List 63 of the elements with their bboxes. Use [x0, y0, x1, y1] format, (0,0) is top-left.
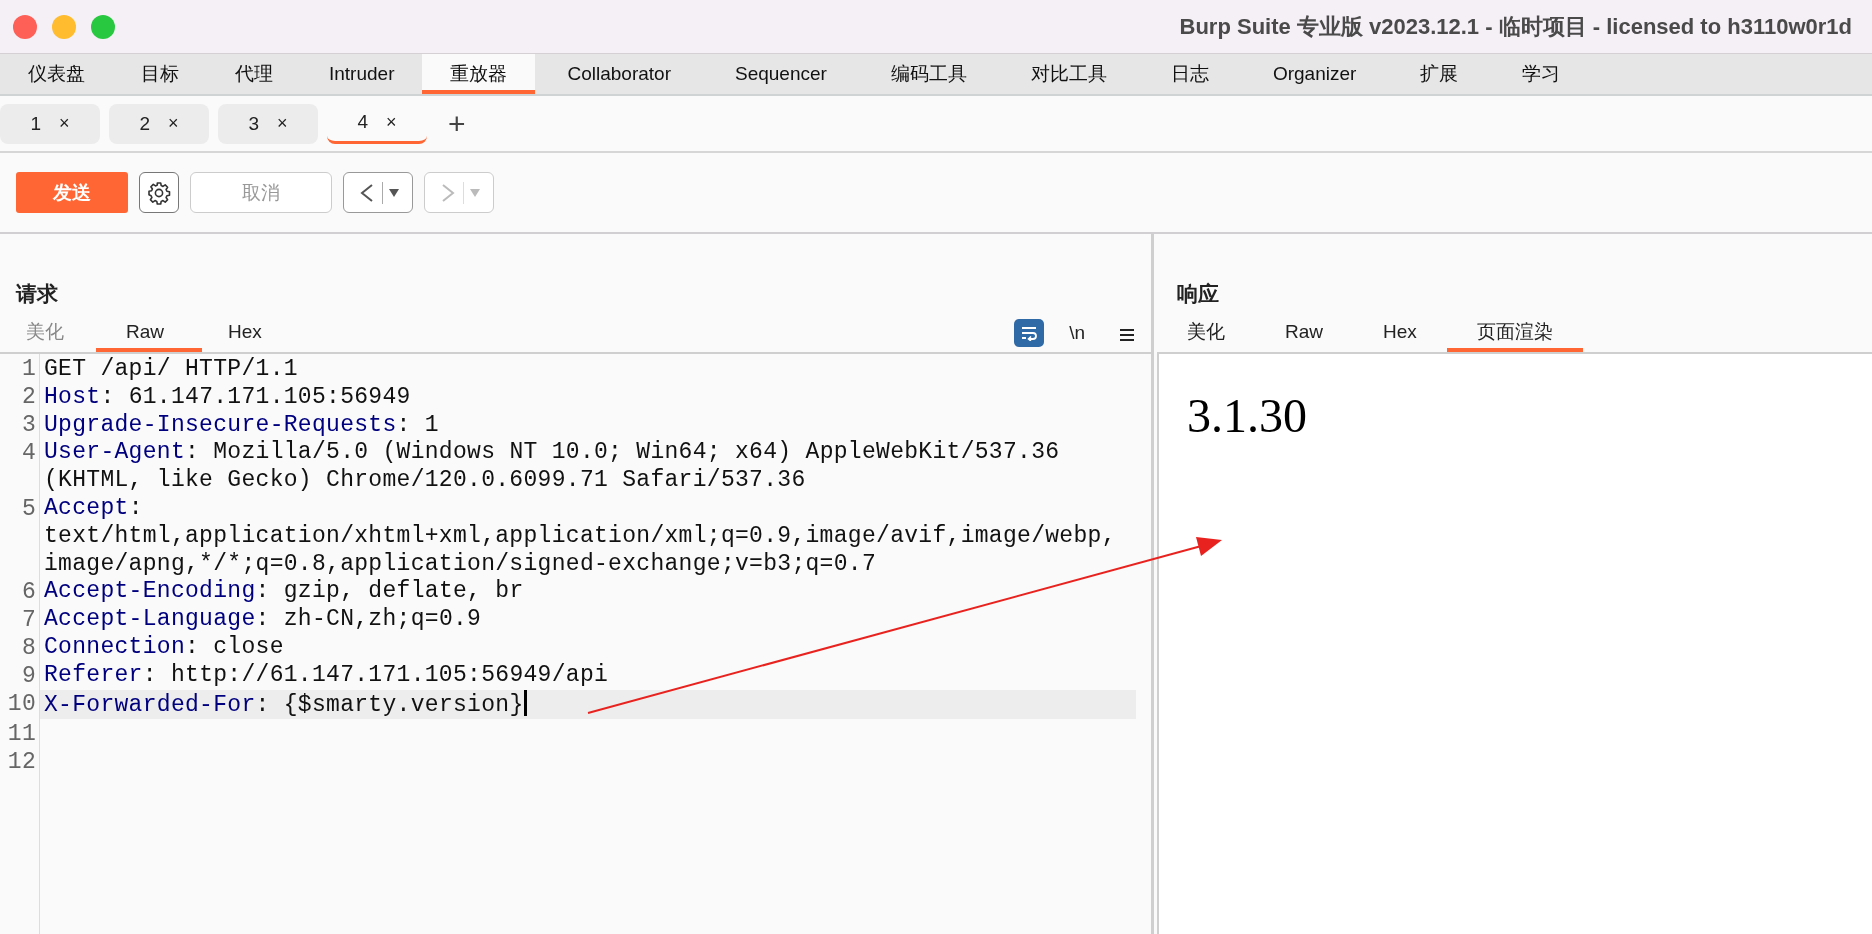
- close-tab-button[interactable]: ×: [386, 111, 397, 133]
- window-title: Burp Suite 专业版 v2023.12.1 - 临时项目 - licensed to h3110w0r1d: [1179, 12, 1853, 41]
- rendered-text: 3.1.30: [1187, 388, 1307, 443]
- tool-tab[interactable]: 扩展: [1388, 54, 1491, 94]
- tool-tab[interactable]: 学习: [1490, 54, 1593, 94]
- tool-tab[interactable]: Organizer: [1240, 54, 1389, 94]
- line-number: 2: [20, 384, 36, 412]
- code-line: Accept-Encoding: gzip, deflate, br: [44, 578, 525, 607]
- line-number: 12: [6, 749, 36, 777]
- line-number: 7: [20, 607, 36, 635]
- newline-toggle[interactable]: \n: [1069, 319, 1085, 347]
- tool-tab[interactable]: Collaborator: [535, 54, 703, 94]
- repeater-tab[interactable]: 1 ×: [0, 103, 100, 144]
- line-number: 1: [20, 356, 36, 384]
- close-tab-button[interactable]: ×: [59, 113, 70, 134]
- code-line: X-Forwarded-For: {$smarty.version}: [44, 689, 1124, 720]
- view-tab[interactable]: Raw: [96, 318, 202, 352]
- view-tab[interactable]: Hex: [202, 318, 294, 352]
- view-tab[interactable]: Hex: [1353, 318, 1447, 352]
- line-number: 6: [20, 579, 36, 607]
- view-tab[interactable]: Raw: [1255, 318, 1353, 352]
- line-number: 5: [20, 496, 36, 524]
- tool-tab[interactable]: Sequencer: [703, 54, 859, 94]
- code-line: Accept-Language: zh-CN,zh;q=0.9: [44, 606, 483, 634]
- settings-button[interactable]: [139, 172, 179, 213]
- caret-down-icon: [469, 188, 480, 197]
- repeater-tab[interactable]: 3 ×: [218, 103, 318, 144]
- code-line: Host: 61.147.171.105:56949: [44, 383, 412, 412]
- line-number: 3: [20, 412, 36, 440]
- back-button[interactable]: [343, 172, 413, 213]
- code-line: User-Agent: Mozilla/5.0 (Windows NT 10.0; Win64; x64) AppleWebKit/537.36 (KHTML, like Gecko) Chrome/120.0.6099.71 Safari/537.36: [44, 439, 1061, 495]
- code-line: GET /api/ HTTP/1.1: [44, 356, 299, 384]
- close-window-button[interactable]: [13, 14, 37, 39]
- gear-icon: [147, 180, 171, 205]
- close-tab-button[interactable]: ×: [277, 113, 288, 134]
- tool-tab[interactable]: 编码工具: [858, 54, 999, 94]
- line-number: 8: [20, 635, 36, 663]
- panel-title: 请求: [14, 281, 59, 307]
- caret-down-icon: [388, 188, 399, 197]
- tool-tab[interactable]: Intruder: [301, 54, 423, 94]
- line-number: 11: [6, 721, 36, 749]
- repeater-tab[interactable]: 2 ×: [109, 103, 209, 144]
- wrap-lines-icon: [1020, 325, 1039, 341]
- tool-tab[interactable]: 日志: [1138, 54, 1241, 94]
- panel-title: 响应: [1176, 281, 1219, 307]
- tool-tab[interactable]: 代理: [207, 54, 301, 94]
- menu-icon[interactable]: [1119, 328, 1135, 342]
- code-line: Upgrade-Insecure-Requests: 1: [44, 411, 440, 440]
- close-tab-button[interactable]: ×: [168, 113, 179, 134]
- code-line: Connection: close: [44, 633, 285, 662]
- line-number: 9: [20, 663, 36, 691]
- wrap-lines-button[interactable]: [1014, 319, 1045, 347]
- text-cursor: [523, 689, 527, 716]
- view-tab[interactable]: 美化: [1157, 318, 1255, 352]
- code-line: Accept: text/html,application/xhtml+xml,application/xml;q=0.9,image/avif,image/webp,image/apng,*/*;q=0.8,application/signed-exchange;v=b3;q=0.7: [44, 495, 1117, 579]
- line-number: 4: [20, 440, 36, 468]
- code-line: Referer: http://61.147.171.105:56949/api: [44, 661, 610, 690]
- tool-tab[interactable]: 对比工具: [998, 54, 1139, 94]
- line-number: 10: [6, 691, 36, 719]
- add-tab-button[interactable]: +: [436, 103, 478, 144]
- tool-tab[interactable]: 目标: [113, 54, 207, 94]
- tool-tab[interactable]: 重放器: [422, 54, 536, 94]
- tool-tab[interactable]: 仪表盘: [0, 54, 113, 94]
